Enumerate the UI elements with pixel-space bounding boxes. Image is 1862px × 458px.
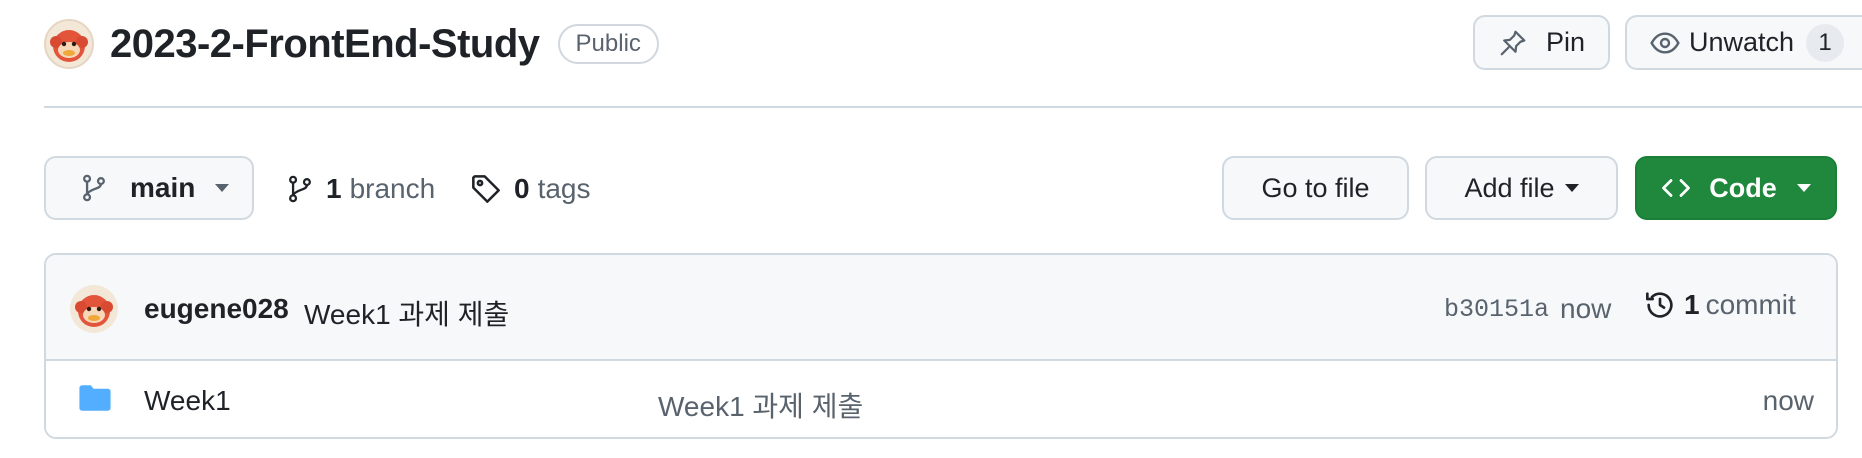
chevron-down-icon — [215, 184, 230, 192]
add-file-label: Add file — [1464, 172, 1555, 203]
repository-page: 2023-2-FrontEnd-Study Public Pin Unwatch… — [0, 0, 1862, 458]
chevron-down-icon — [1796, 184, 1811, 192]
tags-count: 0 — [514, 173, 530, 204]
table-row[interactable]: Week1 Week1 과제 제출 now — [46, 361, 1836, 437]
code-label: Code — [1709, 172, 1777, 203]
branches-count: 1 — [326, 173, 342, 204]
git-branch-icon — [80, 173, 108, 203]
unwatch-label: Unwatch — [1689, 27, 1795, 57]
header-divider — [44, 106, 1862, 108]
commit-count: 1 — [1684, 289, 1700, 320]
current-branch-label: main — [130, 172, 196, 203]
pin-button[interactable]: Pin — [1473, 15, 1610, 70]
folder-icon — [78, 383, 112, 418]
latest-commit-row: eugene028 Week1 과제 제출 b30151a now 1 comm… — [46, 255, 1836, 361]
commit-author-avatar[interactable] — [70, 285, 118, 333]
commit-message[interactable]: Week1 과제 제출 — [304, 293, 509, 333]
pin-icon — [1498, 28, 1528, 58]
git-branch-icon — [286, 174, 314, 204]
branch-selector-button[interactable]: main — [44, 156, 254, 220]
tags-label: tags — [537, 173, 591, 204]
commit-count-label: commit — [1705, 289, 1796, 320]
eye-icon — [1649, 27, 1681, 59]
owner-avatar[interactable] — [44, 19, 94, 69]
avatar-character-icon — [75, 295, 113, 327]
commit-author[interactable]: eugene028 — [144, 293, 289, 325]
watchers-count: 1 — [1806, 23, 1845, 62]
avatar-character-icon — [50, 30, 88, 62]
file-name[interactable]: Week1 — [144, 385, 231, 417]
file-commit-time: now — [1762, 385, 1814, 416]
code-button[interactable]: Code — [1635, 156, 1837, 220]
commit-sha[interactable]: b30151a — [1444, 295, 1549, 324]
branches-link[interactable]: 1 branch — [286, 170, 435, 208]
add-file-button[interactable]: Add file — [1425, 156, 1618, 220]
tag-icon — [470, 173, 502, 205]
go-to-file-label: Go to file — [1261, 172, 1370, 203]
file-listing: eugene028 Week1 과제 제출 b30151a now 1 comm… — [44, 253, 1838, 439]
history-icon — [1644, 289, 1676, 321]
commit-time: now — [1560, 293, 1612, 324]
chevron-down-icon — [1564, 184, 1579, 192]
branches-label: branch — [349, 173, 436, 204]
go-to-file-button[interactable]: Go to file — [1222, 156, 1409, 220]
repo-name[interactable]: 2023-2-FrontEnd-Study — [110, 22, 540, 67]
pin-label: Pin — [1545, 27, 1586, 57]
commits-history-link[interactable]: 1 commit — [1644, 289, 1796, 321]
visibility-badge: Public — [557, 24, 659, 64]
repo-header: 2023-2-FrontEnd-Study Public — [44, 14, 659, 74]
file-commit-message[interactable]: Week1 과제 제출 — [658, 385, 863, 425]
unwatch-button[interactable]: Unwatch 1 — [1625, 15, 1862, 70]
tags-link[interactable]: 0 tags — [470, 170, 591, 208]
code-icon — [1661, 175, 1691, 201]
